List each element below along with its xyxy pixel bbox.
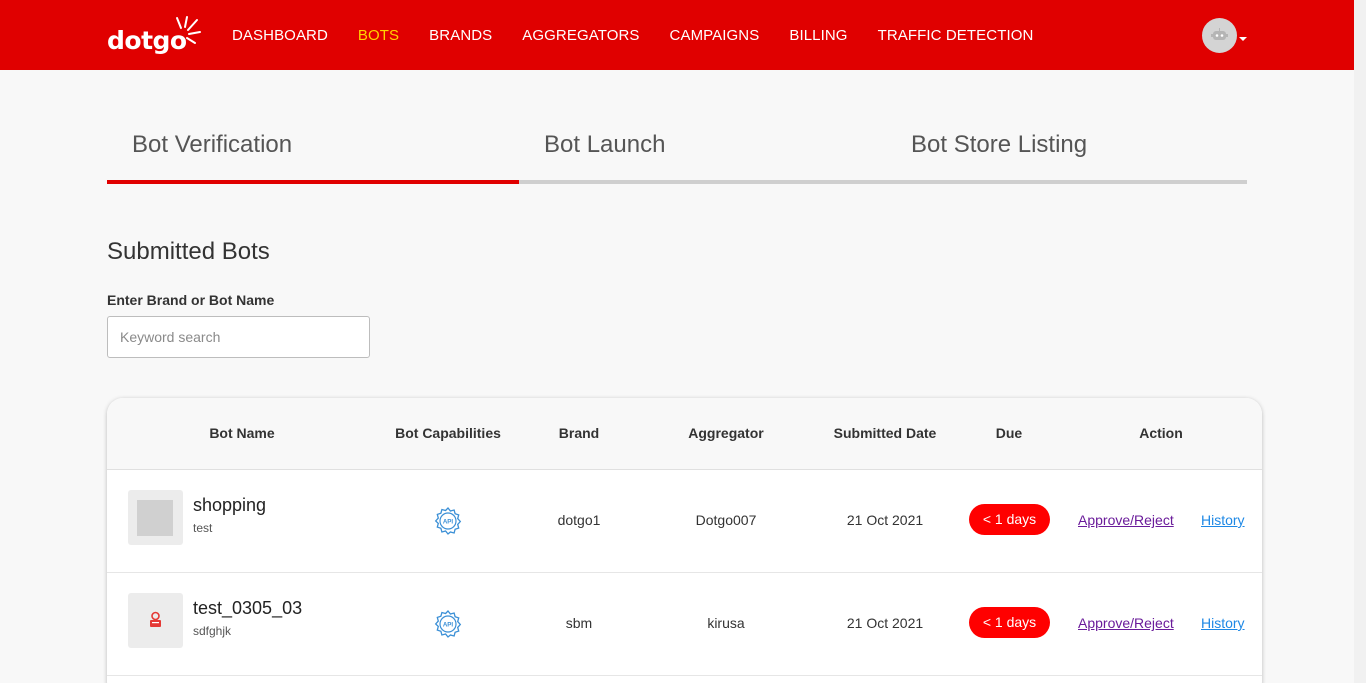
approve-reject-link[interactable]: Approve/Reject <box>1078 512 1174 528</box>
submitted-bots-table: Bot Name Bot Capabilities Brand Aggregat… <box>107 398 1262 683</box>
nav-billing[interactable]: BILLING <box>789 27 847 44</box>
bot-tabs: Bot Verification Bot Launch Bot Store Li… <box>107 118 1247 184</box>
header-aggregator: Aggregator <box>688 425 764 441</box>
nav-aggregators[interactable]: AGGREGATORS <box>522 27 639 44</box>
bot-description: sdfghjk <box>193 624 232 638</box>
bot-brand: sbm <box>565 615 593 631</box>
table-row: test_0305_03 sdfghjk API sbm kirusa 21 O… <box>107 573 1262 676</box>
robot-avatar-icon <box>1211 28 1228 40</box>
search-input[interactable] <box>107 316 370 358</box>
sunburst-icon <box>176 16 201 44</box>
section-title: Submitted Bots <box>107 238 270 265</box>
bot-name: shopping <box>193 495 267 515</box>
history-link[interactable]: History <box>1201 512 1245 528</box>
tab-bot-store-listing[interactable]: Bot Store Listing <box>911 131 1087 159</box>
bot-aggregator: Dotgo007 <box>695 512 757 528</box>
top-navbar: dotgo DASHBOARD BOTS BRANDS AGGREGATORS … <box>0 0 1354 70</box>
svg-text:API: API <box>443 518 454 525</box>
nav-bots[interactable]: BOTS <box>358 27 399 44</box>
submitted-date: 21 Oct 2021 <box>846 512 924 528</box>
nav-campaigns[interactable]: CAMPAIGNS <box>670 27 760 44</box>
user-menu-caret-icon[interactable] <box>1239 37 1247 41</box>
api-gear-icon: API <box>434 610 462 638</box>
due-badge: < 1 days <box>969 607 1050 638</box>
bot-brand: dotgo1 <box>557 512 601 528</box>
search-label: Enter Brand or Bot Name <box>107 292 275 308</box>
header-brand: Brand <box>558 425 600 441</box>
approve-reject-link[interactable]: Approve/Reject <box>1078 615 1174 631</box>
bot-aggregator: kirusa <box>707 615 745 631</box>
bot-thumbnail <box>128 593 183 648</box>
main-nav: DASHBOARD BOTS BRANDS AGGREGATORS CAMPAI… <box>232 0 1063 70</box>
history-link[interactable]: History <box>1201 615 1245 631</box>
nav-dashboard[interactable]: DASHBOARD <box>232 27 328 44</box>
tab-bot-verification[interactable]: Bot Verification <box>132 131 292 159</box>
table-row: shopping test API dotgo1 Dotgo007 21 Oct… <box>107 470 1262 573</box>
user-avatar[interactable] <box>1202 18 1237 53</box>
bot-name: test_0305_03 <box>193 598 303 618</box>
header-bot-name: Bot Name <box>209 425 275 441</box>
tab-bot-launch[interactable]: Bot Launch <box>544 131 665 159</box>
dotgo-logo[interactable]: dotgo <box>107 14 203 58</box>
header-bot-capabilities: Bot Capabilities <box>395 425 501 441</box>
bot-logo-icon <box>150 611 161 627</box>
table-header: Bot Name Bot Capabilities Brand Aggregat… <box>107 398 1262 470</box>
nav-brands[interactable]: BRANDS <box>429 27 492 44</box>
due-badge: < 1 days <box>969 504 1050 535</box>
header-action: Action <box>1139 425 1183 441</box>
page-scrollbar[interactable] <box>1354 0 1366 683</box>
svg-text:API: API <box>443 621 454 628</box>
api-gear-icon: API <box>434 507 462 535</box>
tab-active-indicator <box>107 180 519 184</box>
submitted-date: 21 Oct 2021 <box>846 615 924 631</box>
nav-traffic-detection[interactable]: TRAFFIC DETECTION <box>878 27 1034 44</box>
header-due: Due <box>995 425 1023 441</box>
header-submitted-date: Submitted Date <box>833 425 937 441</box>
bot-description: test <box>193 521 213 535</box>
bot-thumbnail <box>128 490 183 545</box>
